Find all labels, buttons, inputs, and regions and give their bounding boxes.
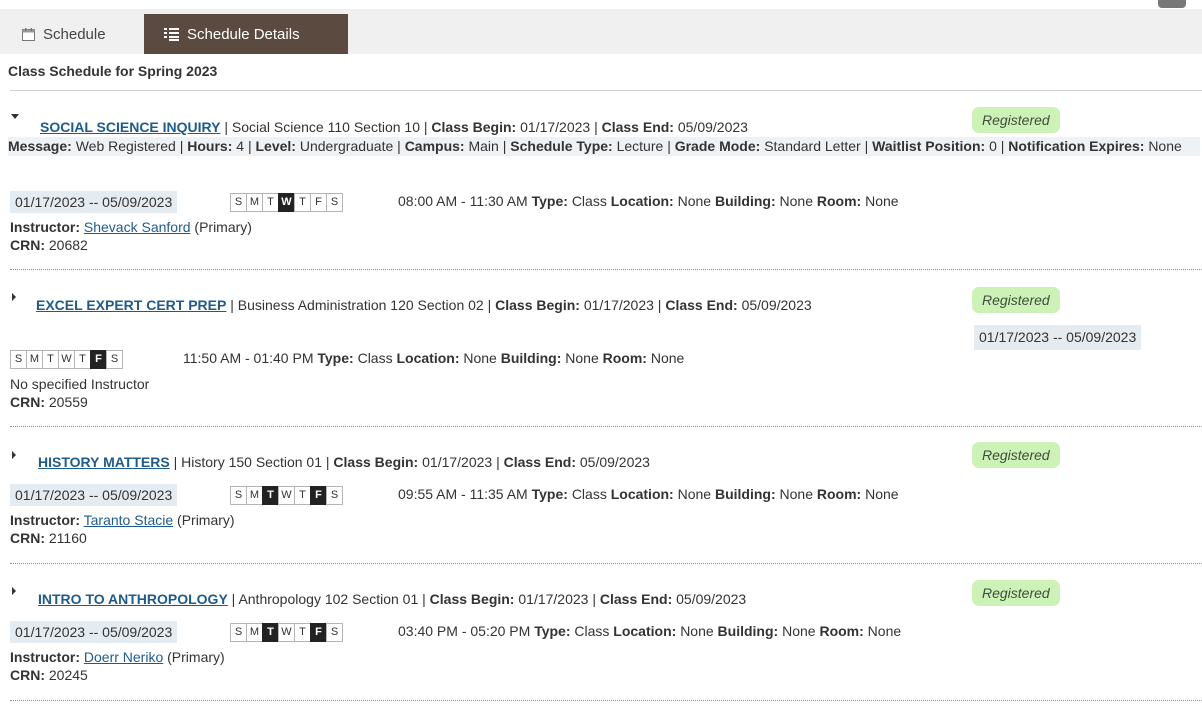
meeting-days: SMTWTFS	[10, 350, 123, 369]
meeting-info: 11:50 AM - 01:40 PM Type: Class Location…	[183, 350, 685, 366]
registered-badge: Registered	[972, 107, 1060, 133]
tab-schedule-details-label: Schedule Details	[187, 25, 300, 43]
instructor-link[interactable]: Shevack Sanford	[84, 219, 191, 235]
tab-schedule-details[interactable]: Schedule Details	[144, 14, 348, 54]
day-cell: S	[10, 350, 27, 369]
course-title-link[interactable]: INTRO TO ANTHROPOLOGY	[38, 591, 228, 607]
window-top-strip	[0, 0, 1202, 9]
divider	[10, 563, 1202, 564]
page-title: Class Schedule for Spring 2023	[8, 63, 218, 79]
instructor-line: Instructor: Shevack Sanford (Primary)	[10, 219, 252, 235]
course-header: EXCEL EXPERT CERT PREP | Business Admini…	[36, 297, 812, 313]
day-cell: S	[230, 193, 247, 212]
day-cell: T	[262, 193, 279, 212]
day-cell: F	[310, 623, 327, 642]
day-cell: S	[230, 486, 247, 505]
expand-caret-icon[interactable]	[12, 451, 16, 459]
day-cell: W	[58, 350, 75, 369]
crn: CRN: 20245	[10, 667, 88, 683]
meeting-date-range: 01/17/2023 -- 05/09/2023	[10, 621, 178, 643]
scroll-marker	[1158, 0, 1186, 8]
day-cell: T	[74, 350, 91, 369]
day-cell: T	[262, 486, 279, 505]
meeting-date-range: 01/17/2023 -- 05/09/2023	[10, 484, 178, 506]
course-title-link[interactable]: EXCEL EXPERT CERT PREP	[36, 297, 226, 313]
crn: CRN: 20559	[10, 394, 88, 410]
class-begin-date: 01/17/2023	[520, 119, 591, 135]
instructor-link[interactable]: Doerr Neriko	[84, 649, 163, 665]
course-header: SOCIAL SCIENCE INQUIRY | Social Science …	[40, 119, 748, 135]
crn: CRN: 20682	[10, 237, 88, 253]
expand-caret-icon[interactable]	[12, 587, 16, 595]
crn: CRN: 21160	[10, 530, 87, 546]
collapse-caret-icon[interactable]	[11, 114, 19, 119]
day-cell: F	[310, 193, 327, 212]
meeting-days: SMTWTFS	[230, 193, 343, 212]
instructor-line: Instructor: Taranto Stacie (Primary)	[10, 512, 235, 528]
course-subject: Anthropology 102 Section 01	[238, 591, 419, 607]
day-cell: T	[294, 623, 311, 642]
registration-details: Message: Web Registered | Hours: 4 | Lev…	[8, 137, 1200, 156]
instructor-link[interactable]: Taranto Stacie	[84, 512, 174, 528]
day-cell: M	[246, 193, 263, 212]
divider	[10, 426, 1202, 427]
day-cell: W	[278, 623, 295, 642]
course-header: INTRO TO ANTHROPOLOGY | Anthropology 102…	[38, 591, 747, 607]
class-begin-date: 01/17/2023	[518, 591, 589, 607]
day-cell: S	[326, 623, 343, 642]
day-cell: W	[278, 193, 295, 212]
day-cell: T	[262, 623, 279, 642]
class-begin-date: 01/17/2023	[583, 297, 654, 313]
day-cell: F	[310, 486, 327, 505]
day-cell: T	[42, 350, 59, 369]
class-end-date: 05/09/2023	[677, 119, 748, 135]
course-title-link[interactable]: SOCIAL SCIENCE INQUIRY	[40, 119, 220, 135]
course-subject: Social Science 110 Section 10	[231, 119, 420, 135]
class-end-date: 05/09/2023	[741, 297, 812, 313]
divider	[10, 269, 1202, 270]
meeting-time: 08:00 AM - 11:30 AM	[398, 193, 528, 209]
course-title-link[interactable]: HISTORY MATTERS	[38, 454, 170, 470]
day-cell: W	[278, 486, 295, 505]
class-end-date: 05/09/2023	[676, 591, 747, 607]
day-cell: T	[294, 193, 311, 212]
meeting-time: 09:55 AM - 11:35 AM	[398, 486, 528, 502]
meeting-time: 11:50 AM - 01:40 PM	[183, 350, 314, 366]
day-cell: S	[326, 486, 343, 505]
day-cell: M	[246, 623, 263, 642]
instructor-line: No specified Instructor	[10, 376, 150, 392]
meeting-info: 08:00 AM - 11:30 AM Type: Class Location…	[398, 193, 899, 209]
registered-badge: Registered	[972, 580, 1060, 606]
day-cell: T	[294, 486, 311, 505]
tab-schedule-label: Schedule	[43, 25, 106, 43]
meeting-date-range: 01/17/2023 -- 05/09/2023	[974, 325, 1142, 350]
day-cell: S	[106, 350, 123, 369]
meeting-date-range: 01/17/2023 -- 05/09/2023	[10, 191, 178, 213]
course-subject: Business Administration 120 Section 02	[237, 297, 484, 313]
registered-badge: Registered	[972, 442, 1060, 468]
meeting-days: SMTWTFS	[230, 486, 343, 505]
class-begin-date: 01/17/2023	[422, 454, 493, 470]
course-subject: History 150 Section 01	[181, 454, 322, 470]
divider	[10, 90, 1202, 91]
day-cell: S	[326, 193, 343, 212]
day-cell: M	[246, 486, 263, 505]
tab-schedule[interactable]: Schedule	[10, 14, 138, 54]
course-header: HISTORY MATTERS | History 150 Section 01…	[38, 454, 650, 470]
list-icon	[164, 27, 179, 41]
meeting-info: 09:55 AM - 11:35 AM Type: Class Location…	[398, 486, 899, 502]
day-cell: S	[230, 623, 247, 642]
instructor-line: Instructor: Doerr Neriko (Primary)	[10, 649, 225, 665]
divider	[10, 700, 1202, 701]
day-cell: M	[26, 350, 43, 369]
calendar-icon	[22, 27, 35, 41]
meeting-days: SMTWTFS	[230, 623, 343, 642]
meeting-time: 03:40 PM - 05:20 PM	[398, 623, 531, 639]
class-end-date: 05/09/2023	[579, 454, 650, 470]
meeting-info: 03:40 PM - 05:20 PM Type: Class Location…	[398, 623, 902, 639]
day-cell: F	[90, 350, 107, 369]
registered-badge: Registered	[972, 287, 1060, 313]
